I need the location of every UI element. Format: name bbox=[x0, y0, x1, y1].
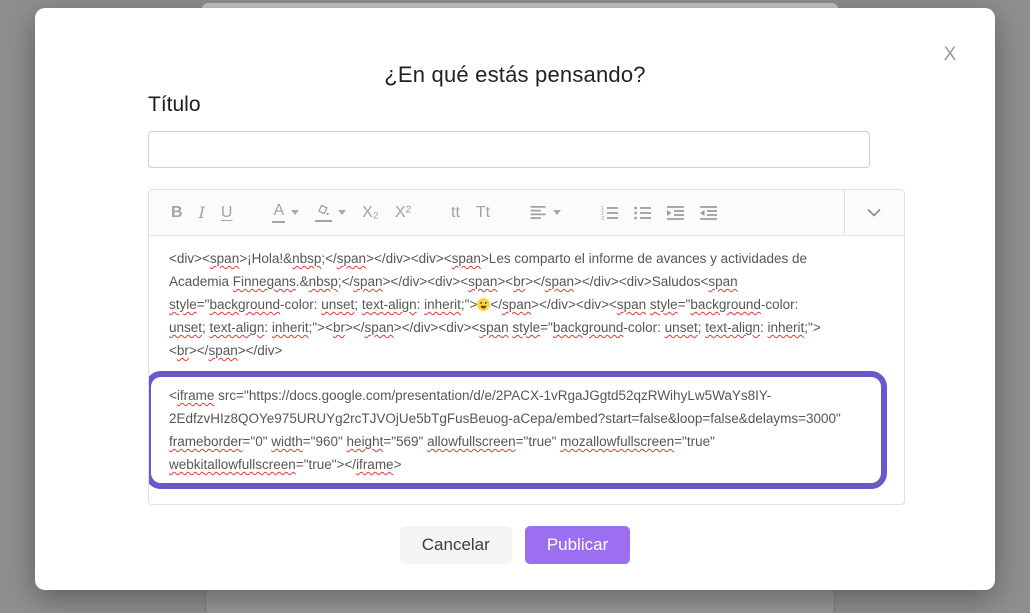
superscript-glyph: X² bbox=[395, 203, 412, 221]
subscript-glyph: X₂ bbox=[362, 203, 380, 221]
text-color-glyph: A bbox=[272, 202, 286, 223]
editor-code-line: <iframe src="https://docs.google.com/pre… bbox=[169, 388, 772, 403]
indent-icon bbox=[667, 205, 685, 221]
alignment-icon bbox=[530, 205, 547, 220]
more-options-icon bbox=[866, 208, 881, 217]
editor-code-line: 2EdfzvHIz8QOYe975URUYg2rcTJVOjUe5bTgFusB… bbox=[169, 411, 841, 426]
toolbar-ordered-list-button[interactable]: 123 bbox=[595, 190, 624, 235]
toolbar-outdent-button[interactable] bbox=[694, 190, 723, 235]
unordered-list-icon bbox=[634, 205, 652, 221]
dropdown-caret-icon bbox=[291, 210, 300, 215]
editor-code-line: Academia Finnegans.&nbsp;</span></div><d… bbox=[169, 274, 738, 289]
editor-code-line: frameborder="0" width="960" height="569"… bbox=[169, 434, 715, 449]
editor-html-text: <div><span>¡Hola!&nbsp;</span></div><div… bbox=[169, 247, 874, 362]
editor-toolbar: B I U A X₂ X² tt Tt 1 2 3 bbox=[149, 190, 904, 236]
editor-code-line: <br></span></div> bbox=[169, 343, 283, 358]
toolbar-text-color-button[interactable]: A bbox=[266, 190, 305, 235]
bold-glyph: B bbox=[171, 203, 183, 221]
toolbar-more-options-button[interactable] bbox=[844, 190, 902, 235]
toolbar-unordered-list-button[interactable] bbox=[628, 190, 657, 235]
grinning-face-emoji bbox=[477, 298, 491, 311]
ordered-list-icon: 123 bbox=[601, 205, 619, 221]
embed-highlight-box: <iframe src="https://docs.google.com/pre… bbox=[149, 371, 887, 489]
dialog-title: ¿En qué estás pensando? bbox=[384, 62, 646, 87]
rich-text-editor[interactable]: B I U A X₂ X² tt Tt 1 2 3 <div><span>¡Hola!&nbsp;<… bbox=[148, 189, 905, 505]
outdent-icon bbox=[700, 205, 718, 221]
highlight-color-icon bbox=[315, 203, 333, 222]
toolbar-font-size-button[interactable]: tt bbox=[445, 190, 466, 235]
toolbar-superscript-button[interactable]: X² bbox=[389, 190, 417, 235]
dropdown-caret-icon bbox=[553, 210, 562, 215]
toolbar-subscript-button[interactable]: X₂ bbox=[356, 190, 385, 235]
dialog-actions: Cancelar Publicar bbox=[35, 526, 995, 564]
title-field-label: Título bbox=[148, 93, 201, 116]
svg-text:3: 3 bbox=[601, 216, 604, 221]
editor-code-line: webkitallowfullscreen="true"></iframe> bbox=[169, 457, 402, 472]
editor-code-line: <div><span>¡Hola!&nbsp;</span></div><div… bbox=[169, 251, 807, 266]
toolbar-highlight-color-button[interactable] bbox=[309, 190, 352, 235]
underline-glyph: U bbox=[220, 203, 233, 221]
editor-content-area[interactable]: <div><span>¡Hola!&nbsp;</span></div><div… bbox=[149, 236, 904, 505]
font-size-glyph: tt bbox=[451, 203, 460, 221]
publish-button[interactable]: Publicar bbox=[524, 526, 631, 564]
toolbar-text-case-button[interactable]: Tt bbox=[470, 190, 496, 235]
title-input[interactable] bbox=[148, 131, 870, 168]
italic-glyph: I bbox=[198, 202, 205, 222]
cancel-button[interactable]: Cancelar bbox=[399, 526, 512, 564]
toolbar-bold-button[interactable]: B bbox=[165, 190, 189, 235]
toolbar-indent-button[interactable] bbox=[661, 190, 690, 235]
toolbar-alignment-button[interactable] bbox=[524, 190, 567, 235]
editor-code-line: unset; text-align: inherit;"><br></span>… bbox=[169, 320, 821, 335]
background-page-card-bottom bbox=[205, 589, 835, 613]
text-case-glyph: Tt bbox=[475, 203, 491, 221]
toolbar-underline-button[interactable]: U bbox=[215, 190, 239, 235]
dropdown-caret-icon bbox=[338, 210, 347, 215]
toolbar-italic-button[interactable]: I bbox=[193, 190, 211, 235]
post-composer-dialog: X ¿En qué estás pensando? Título B I U A X₂ X… bbox=[35, 8, 995, 590]
editor-code-line: style="background-color: unset; text-ali… bbox=[169, 297, 799, 312]
